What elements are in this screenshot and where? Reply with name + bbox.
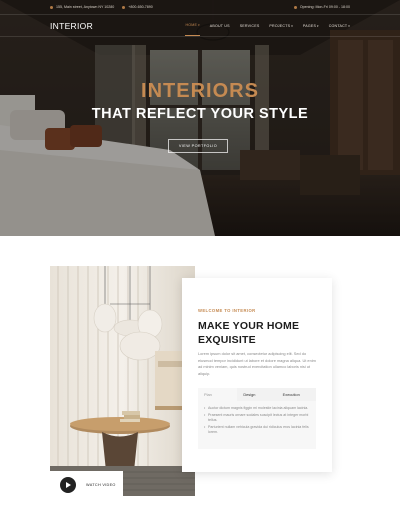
nav-item-label: SERVICES bbox=[239, 23, 260, 28]
section-title: MAKE YOUR HOME EXQUISITE bbox=[198, 320, 300, 346]
process-tabs: Plan Design Execution bbox=[198, 388, 316, 401]
hero-title: THAT REFLECT YOUR STYLE bbox=[91, 106, 309, 122]
list-item-text: Parturient nullam vehicula gravida dui r… bbox=[208, 424, 309, 435]
view-portfolio-button[interactable]: VIEW PORTFOLIO bbox=[168, 139, 228, 153]
nav-item-label: CONTACT bbox=[328, 23, 348, 28]
list-item: • Auctor dictum magnis figgin mi molestie… bbox=[204, 406, 310, 412]
tab-plan[interactable]: Plan bbox=[198, 388, 238, 401]
chevron-down-icon: ▾ bbox=[348, 23, 350, 28]
nav-item-home[interactable]: HOME ▾ bbox=[185, 15, 200, 36]
nav-item-projects[interactable]: PROJECTS ▾ bbox=[269, 15, 293, 36]
topbar-phone[interactable]: +800-650-7890 bbox=[122, 5, 153, 9]
watch-video-label: WATCH VIDEO bbox=[86, 482, 116, 487]
interior-photo bbox=[50, 266, 195, 496]
watch-video-control[interactable]: WATCH VIDEO bbox=[50, 471, 123, 498]
hours-text: Opening: Mon-Fri 09:00 - 18:00 bbox=[299, 5, 350, 9]
list-item-text: Auctor dictum magnis figgin mi molestie … bbox=[208, 406, 309, 410]
nav-item-contact[interactable]: CONTACT ▾ bbox=[329, 15, 350, 36]
list-item: • Praesent mauris ornare sodales suscipit… bbox=[204, 413, 310, 424]
play-button[interactable] bbox=[60, 476, 76, 493]
address-text: 155, Main street, Anytown NY 10280 bbox=[56, 5, 115, 9]
about-card: WELCOME TO INTERIOR MAKE YOUR HOME EXQUI… bbox=[182, 278, 332, 472]
chevron-down-icon: ▾ bbox=[198, 23, 200, 27]
topbar-address: 155, Main street, Anytown NY 10280 bbox=[50, 5, 114, 9]
location-icon bbox=[50, 5, 53, 9]
tab-execution[interactable]: Execution bbox=[277, 388, 316, 401]
nav-item-services[interactable]: SERVICES bbox=[240, 15, 260, 36]
section-description: Lorem ipsum dolor sit amet, consectetur … bbox=[198, 351, 316, 376]
about-section: WATCH VIDEO WELCOME TO INTERIOR MAKE YOU… bbox=[0, 236, 400, 525]
hero-section: 155, Main street, Anytown NY 10280 +800-… bbox=[0, 0, 400, 236]
nav-menu: HOME ▾ ABOUT US SERVICES PROJECTS ▾ PAGES ▾… bbox=[175, 15, 350, 36]
topbar: 155, Main street, Anytown NY 10280 +800-… bbox=[0, 0, 400, 15]
site-logo[interactable]: INTERIOR bbox=[50, 21, 93, 31]
tab-panel: • Auctor dictum magnis figgin mi molestie… bbox=[198, 401, 316, 449]
chevron-down-icon: ▾ bbox=[291, 23, 293, 28]
nav-item-pages[interactable]: PAGES ▾ bbox=[303, 15, 319, 36]
main-navigation: INTERIOR HOME ▾ ABOUT US SERVICES PROJECT… bbox=[0, 15, 400, 37]
interior-illustration bbox=[50, 266, 195, 496]
nav-item-label: ABOUT US bbox=[209, 23, 230, 28]
phone-icon bbox=[122, 5, 126, 9]
chevron-down-icon: ▾ bbox=[317, 23, 319, 28]
list-item: • Parturient nullam vehicula gravida dui … bbox=[204, 425, 310, 436]
list-item-text: Praesent mauris ornare sodales suscipit … bbox=[208, 412, 309, 423]
nav-item-label: PROJECTS bbox=[269, 23, 291, 28]
clock-icon bbox=[293, 5, 297, 9]
page: 155, Main street, Anytown NY 10280 +800-… bbox=[0, 0, 400, 525]
nav-item-about[interactable]: ABOUT US bbox=[210, 15, 230, 36]
tab-design[interactable]: Design bbox=[237, 388, 277, 401]
phone-text: +800-650-7890 bbox=[128, 5, 153, 9]
hero-title-accent: INTERIORS bbox=[141, 80, 259, 102]
section-eyebrow: WELCOME TO INTERIOR bbox=[198, 308, 256, 313]
nav-item-label: PAGES bbox=[302, 23, 317, 28]
play-icon bbox=[66, 481, 71, 488]
nav-item-label: HOME bbox=[185, 23, 198, 27]
topbar-hours: Opening: Mon-Fri 09:00 - 18:00 bbox=[293, 5, 350, 9]
